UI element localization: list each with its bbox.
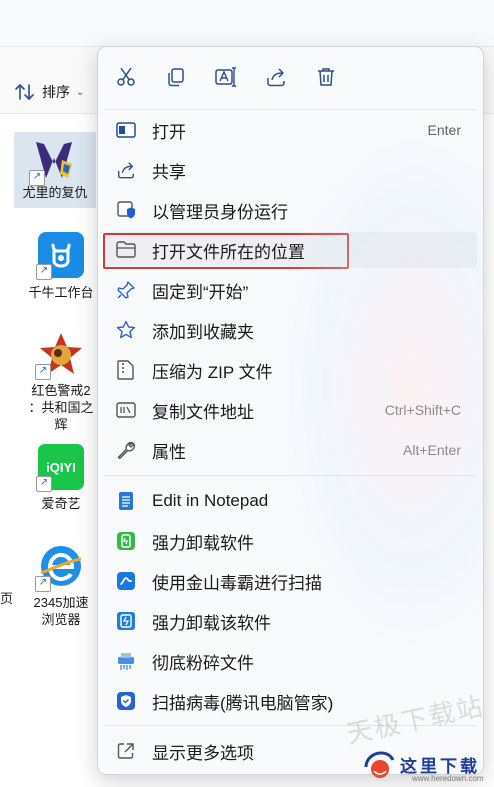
menu-item-force-uninstall[interactable]: 强力卸载软件 <box>103 523 477 559</box>
menu-item-kingsoft-scan[interactable]: 使用金山毒霸进行扫描 <box>103 563 477 599</box>
menu-item-edit-in-notepad[interactable]: Edit in Notepad <box>103 483 477 519</box>
file-item-yuri[interactable]: ↗ 尤里的复仇 <box>14 132 96 208</box>
open-icon <box>115 119 137 141</box>
menu-separator <box>104 475 477 476</box>
red-alert-icon: ↗ <box>35 330 85 380</box>
menu-item-label: 压缩为 ZIP 文件 <box>152 362 273 382</box>
browser-2345-icon: ↗ <box>35 542 85 592</box>
file-label: 辉 <box>54 417 68 432</box>
shred-icon <box>115 650 137 672</box>
menu-item-label: 强力卸载该软件 <box>152 613 271 633</box>
sort-label: 排序 <box>42 84 70 100</box>
menu-item-label: 属性 <box>152 442 186 462</box>
pin-icon <box>115 279 137 301</box>
yuri-revenge-icon: ↗ <box>29 136 79 186</box>
menu-item-pin-to-start[interactable]: 固定到“开始” <box>103 272 477 308</box>
context-menu: 打开 Enter 共享 以管理员身份运行 打开文件所在的位置 固定到“开始” 添… <box>97 46 484 775</box>
menu-item-label: 共享 <box>152 162 186 182</box>
share-icon <box>267 68 285 87</box>
rename-button[interactable] <box>206 57 246 97</box>
file-label: 爱奇艺 <box>41 496 81 511</box>
cut-icon <box>117 67 135 86</box>
iqiyi-icon: iQIYI ↗ <box>36 444 84 492</box>
menu-item-copy-path[interactable]: 复制文件地址 Ctrl+Shift+C <box>103 392 477 428</box>
menu-item-force-uninstall-this[interactable]: 强力卸载该软件 <box>103 603 477 639</box>
file-item-iqiyi[interactable]: iQIYI ↗ 爱奇艺 <box>20 444 102 512</box>
shortcut-arrow-icon: ↗ <box>36 264 52 280</box>
menu-item-label: 添加到收藏夹 <box>152 322 254 342</box>
sort-icon <box>15 84 34 100</box>
cut-button[interactable] <box>106 57 146 97</box>
quick-actions-row <box>98 47 483 107</box>
shortcut-text: Enter <box>427 122 461 138</box>
file-label-partial: 页 <box>0 591 14 606</box>
menu-item-properties[interactable]: 属性 Alt+Enter <box>103 432 477 468</box>
admin-shield-icon <box>115 199 137 221</box>
delete-button[interactable] <box>306 57 346 97</box>
annotation-highlight-box <box>103 233 349 269</box>
zip-icon <box>115 359 137 381</box>
explorer-address-bar <box>0 0 494 47</box>
wrench-icon <box>115 439 137 461</box>
share-icon <box>115 159 137 181</box>
chevron-down-icon: ⌄ <box>76 86 85 98</box>
file-label: 尤里的复仇 <box>22 185 88 200</box>
shortcut-arrow-icon: ↗ <box>35 364 51 380</box>
delete-icon <box>318 68 334 86</box>
copy-button[interactable] <box>156 57 196 97</box>
menu-item-share[interactable]: 共享 <box>103 152 477 188</box>
share-button[interactable] <box>256 57 296 97</box>
copy-path-icon <box>115 399 137 421</box>
menu-item-label: 彻底粉碎文件 <box>152 653 254 673</box>
star-icon <box>115 319 137 341</box>
shortcut-text: Alt+Enter <box>403 442 461 458</box>
iqiyi-logo-text: iQIYI <box>46 459 76 475</box>
menu-item-label: 使用金山毒霸进行扫描 <box>152 573 322 593</box>
rename-icon <box>215 67 236 87</box>
menu-item-label: 强力卸载软件 <box>152 533 254 553</box>
qianniu-icon: ↗ <box>36 232 84 280</box>
menu-item-label: 复制文件地址 <box>152 402 254 422</box>
menu-item-run-as-admin[interactable]: 以管理员身份运行 <box>103 192 477 228</box>
shortcut-arrow-icon: ↗ <box>36 476 52 492</box>
logo-mark-icon <box>364 751 395 778</box>
menu-separator <box>104 109 477 110</box>
file-label: 千牛工作台 <box>28 285 94 300</box>
menu-item-shred-file[interactable]: 彻底粉碎文件 <box>103 643 477 679</box>
file-label: 浏览器 <box>41 612 81 627</box>
file-label: 红色警戒2 <box>31 383 91 398</box>
menu-item-label: 打开 <box>152 122 186 142</box>
menu-item-compress-zip[interactable]: 压缩为 ZIP 文件 <box>103 352 477 388</box>
file-item-2345[interactable]: ↗ 2345加速 浏览器 <box>20 542 102 628</box>
file-label: ：共和国之 <box>28 400 94 415</box>
shortcut-text: Ctrl+Shift+C <box>384 402 461 418</box>
copy-icon <box>168 68 184 87</box>
kingsoft-icon <box>115 570 137 592</box>
logo-url: www.heredown.com <box>412 774 484 783</box>
logo-text: 这里下载 <box>400 756 480 776</box>
notepad-icon <box>115 490 137 512</box>
menu-item-label: 以管理员身份运行 <box>152 202 288 222</box>
file-item-qianniu[interactable]: ↗ 千牛工作台 <box>20 232 102 301</box>
sort-button[interactable]: 排序 ⌄ <box>14 80 84 104</box>
menu-item-label: Edit in Notepad <box>152 491 269 510</box>
tencent-shield-icon <box>115 690 137 712</box>
file-item-red-alert[interactable]: ↗ 红色警戒2 ：共和国之 辉 <box>20 330 102 433</box>
file-label: 2345加速 <box>33 595 89 610</box>
menu-item-open[interactable]: 打开 Enter <box>103 112 477 148</box>
menu-item-label: 固定到“开始” <box>152 282 249 302</box>
uninstall-icon <box>115 530 137 552</box>
shortcut-arrow-icon: ↗ <box>29 170 45 186</box>
more-options-icon <box>115 740 137 762</box>
uninstall-this-icon <box>115 610 137 632</box>
menu-item-add-to-favorites[interactable]: 添加到收藏夹 <box>103 312 477 348</box>
shortcut-arrow-icon: ↗ <box>35 576 51 592</box>
